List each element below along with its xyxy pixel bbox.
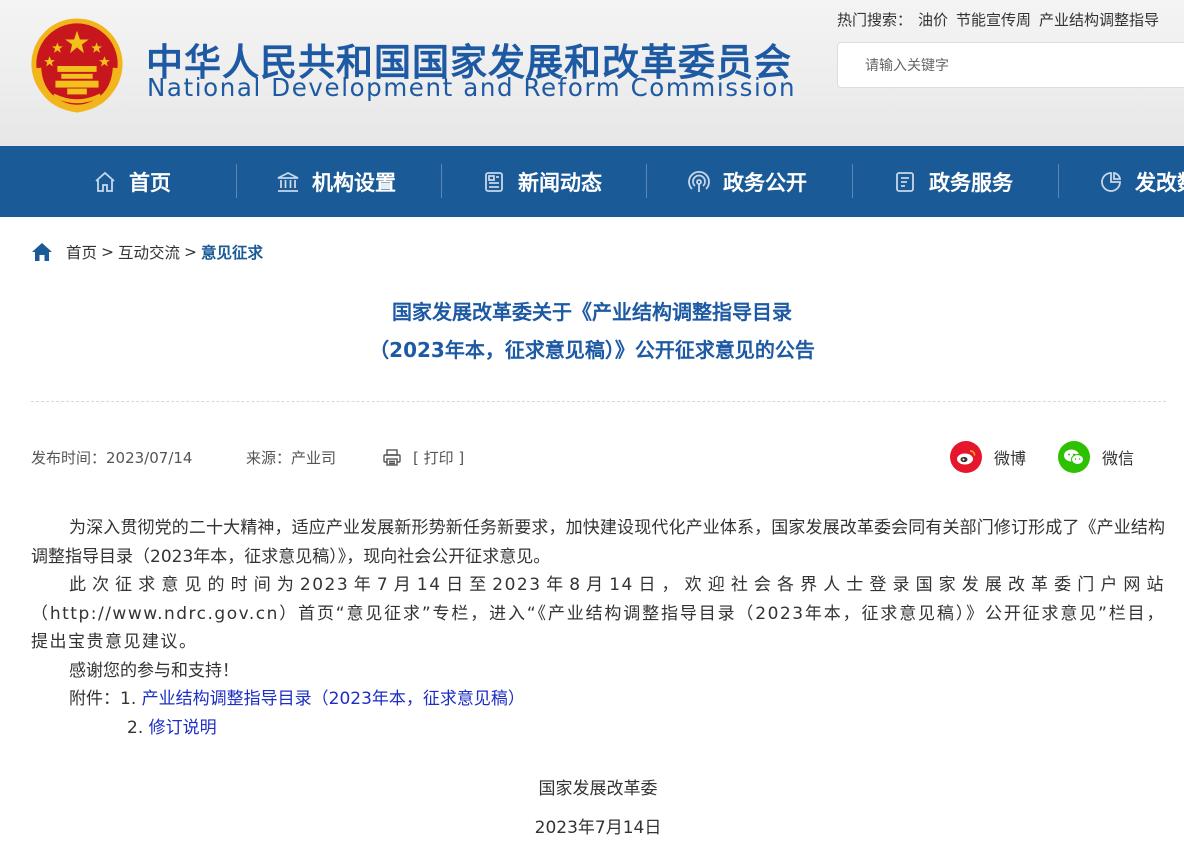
title-divider [31,401,1166,402]
document-icon [896,171,914,192]
article-source: 来源：产业司 [246,449,337,467]
hot-search-link[interactable]: 节能宣传周 [956,11,1031,29]
wechat-label: 微信 [1102,449,1135,468]
national-emblem-logo[interactable] [28,16,126,116]
attachment-number: 2. [127,717,144,738]
nav-divider [441,164,442,198]
broadcast-icon [688,170,710,192]
site-title-english[interactable]: National Development and Reform Commissi… [147,73,796,102]
nav-divider [1058,164,1059,198]
print-label: [ 打印 ] [413,449,465,467]
pie-chart-icon [1101,171,1122,192]
search-box [837,42,1184,89]
nav-item-news[interactable]: 新闻动态 [482,146,602,217]
nav-divider [236,164,237,198]
attachment-number: 1. [120,689,137,709]
attachment-row: 2. 修订说明 [31,714,1165,743]
nav-divider [852,164,853,198]
attachment-link[interactable]: 产业结构调整指导目录（2023年本，征求意见稿） [142,689,525,709]
nav-label: 政务公开 [723,170,807,195]
publish-time: 发布时间：2023/07/14 [31,449,193,467]
article-title-line-2: （2023年本，征求意见稿）》公开征求意见的公告 [369,338,815,362]
nav-item-organization[interactable]: 机构设置 [276,146,396,217]
signature: 国家发展改革委 [538,779,658,799]
home-icon[interactable] [31,242,53,262]
weibo-label: 微博 [994,449,1027,468]
building-icon [277,171,299,192]
nav-label: 机构设置 [312,170,396,195]
attachment-link[interactable]: 修订说明 [149,718,217,738]
site-header: 中华人民共和国国家发展和改革委员会 National Development a… [0,0,1184,146]
wechat-icon [1058,441,1090,473]
article-paragraph: 为深入贯彻党的二十大精神，适应产业发展新形势新任务新要求，加快建设现代化产业体系… [31,518,1165,567]
breadcrumb-home[interactable]: 首页 [66,241,97,263]
article-paragraph: 感谢您的参与和支持！ [69,660,239,681]
nav-item-services[interactable]: 政务服务 [893,146,1013,217]
printer-icon [383,449,401,466]
attachment-row: 附件：1. 产业结构调整指导目录（2023年本，征求意见稿） [31,685,1165,714]
weibo-icon [950,441,982,473]
share-wechat[interactable]: 微信 [1058,441,1134,473]
nav-item-government-affairs[interactable]: 政务公开 [687,146,807,217]
nav-label: 首页 [129,170,171,195]
nav-item-data[interactable]: 发改数 [1099,146,1184,217]
newspaper-icon [485,171,503,192]
article-body: 为深入贯彻党的二十大精神，适应产业发展新形势新任务新要求，加快建设现代化产业体系… [31,514,1165,742]
signature-date: 2023年7月14日 [534,818,662,838]
home-icon [95,171,115,192]
main-nav: 首页 机构设置 新闻动态 政务公开 政务服务 发改数 [0,146,1184,217]
attachments-label: 附件： [69,689,120,709]
hot-search-link[interactable]: 油价 [918,11,948,29]
article-paragraph: 此次征求意见的时间为2023年7月14日至2023年8月14日，欢迎社会各界人士… [31,575,1165,652]
breadcrumb-interaction[interactable]: 互动交流 [118,241,180,263]
breadcrumb-current[interactable]: 意见征求 [201,241,263,263]
nav-label: 新闻动态 [518,170,602,195]
nav-label: 发改数 [1135,170,1184,195]
hot-search-bar: 热门搜索： 油价 节能宣传周 产业结构调整指导 [837,9,1167,30]
print-button[interactable]: [ 打印 ] [383,447,464,468]
article-title-line-1: 国家发展改革委关于《产业结构调整指导目录 [392,300,792,324]
share-weibo[interactable]: 微博 [950,441,1026,473]
breadcrumb: 首页 > 互动交流 > 意见征求 [31,240,263,264]
nav-divider [646,164,647,198]
hot-search-label: 热门搜索： [837,11,913,29]
nav-label: 政务服务 [929,170,1013,195]
search-input[interactable] [863,43,1184,89]
breadcrumb-separator: > [101,243,115,261]
hot-search-link[interactable]: 产业结构调整指导 [1039,11,1159,29]
nav-item-home[interactable]: 首页 [93,146,171,217]
breadcrumb-separator: > [184,243,198,261]
